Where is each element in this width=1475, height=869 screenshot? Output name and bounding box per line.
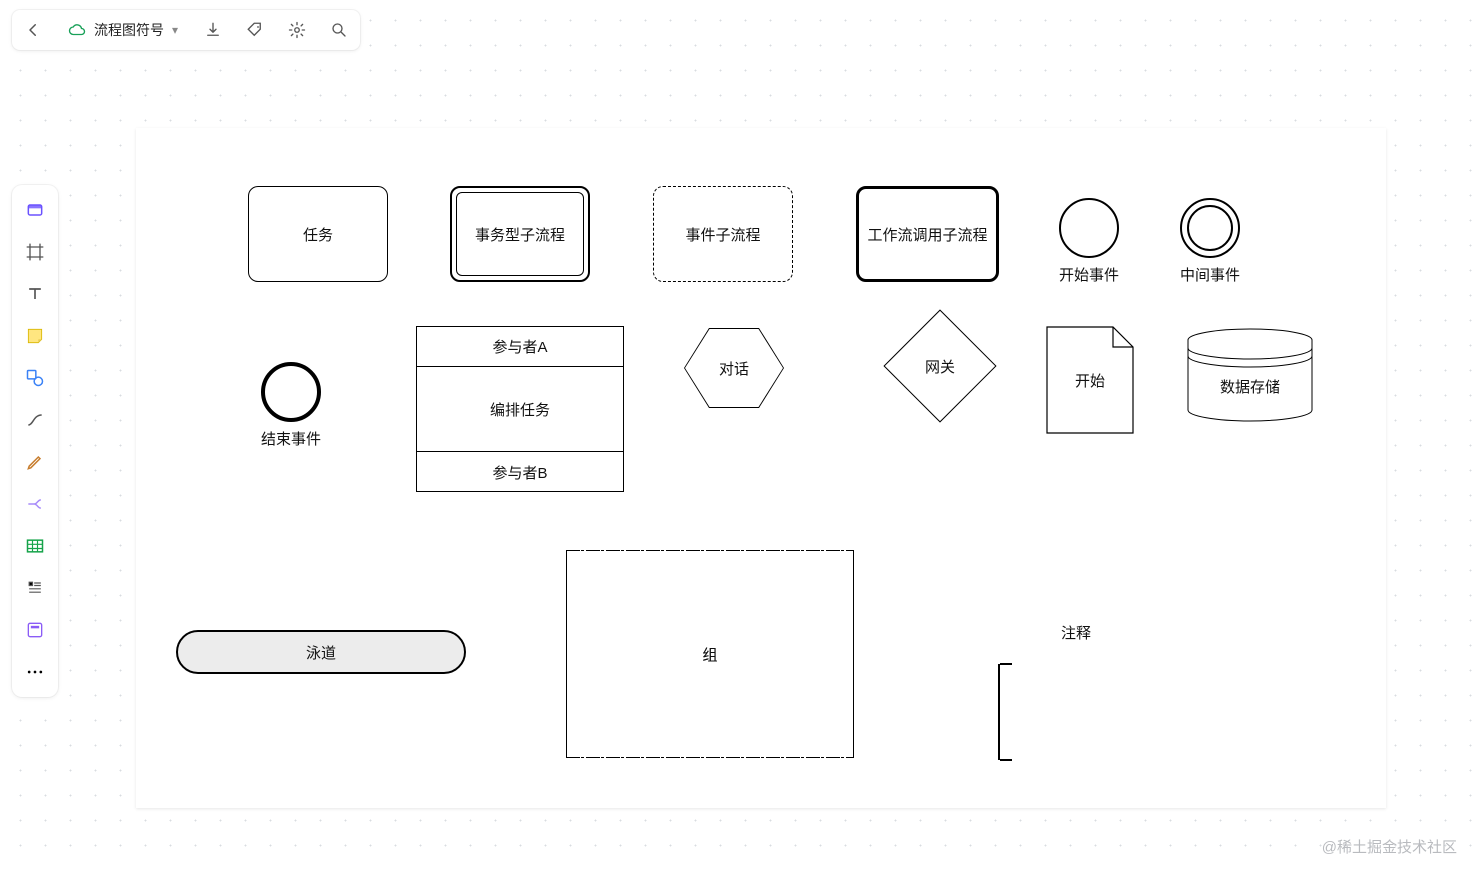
more-icon	[25, 668, 45, 676]
text-icon	[25, 284, 45, 304]
tool-shape[interactable]	[17, 359, 53, 397]
tool-connector[interactable]	[17, 401, 53, 439]
shape-start-event[interactable]: 开始事件	[1059, 198, 1119, 285]
document-title-dropdown[interactable]: 流程图符号 ▾	[58, 13, 188, 47]
tool-frame[interactable]	[17, 233, 53, 271]
settings-button[interactable]	[280, 13, 314, 47]
search-button[interactable]	[322, 13, 356, 47]
shapes-icon	[25, 368, 45, 388]
download-button[interactable]	[196, 13, 230, 47]
shape-data-store[interactable]: 数据存储	[1186, 328, 1314, 422]
canvas[interactable]: 任务 事务型子流程 事件子流程 工作流调用子流程 开始事件 中间事件 结束事件 …	[136, 128, 1386, 808]
pen-icon	[25, 452, 45, 472]
textblock-icon	[25, 578, 45, 598]
tool-table[interactable]	[17, 527, 53, 565]
tool-mindmap[interactable]	[17, 485, 53, 523]
shape-group-simple[interactable]: 组	[566, 550, 854, 758]
shape-annotation[interactable]: 注释	[1026, 584, 1126, 680]
shape-gateway[interactable]: 网关	[900, 326, 980, 406]
chevron-down-icon: ▾	[172, 23, 178, 37]
chevron-left-icon	[24, 21, 42, 39]
shape-start-page[interactable]: 开始	[1046, 326, 1134, 434]
tool-template[interactable]	[17, 611, 53, 649]
tool-sticky[interactable]	[17, 317, 53, 355]
shape-call-activity[interactable]: 工作流调用子流程	[856, 186, 999, 282]
watermark: @稀土掘金技术社区	[1322, 836, 1457, 857]
tool-textblock[interactable]	[17, 569, 53, 607]
download-icon	[204, 21, 222, 39]
shape-conversation[interactable]: 对话	[684, 328, 784, 408]
template-icon	[25, 620, 45, 640]
tag-icon	[246, 21, 264, 39]
shape-choreography[interactable]: 参与者A 编排任务 参与者B	[416, 326, 624, 492]
shape-annotation-bracket	[998, 664, 1010, 760]
shape-end-event[interactable]: 结束事件	[261, 362, 321, 449]
shape-lane[interactable]: 泳道	[176, 630, 466, 674]
table-icon	[25, 536, 45, 556]
tool-pen[interactable]	[17, 443, 53, 481]
cylinder-icon	[1186, 328, 1314, 422]
back-button[interactable]	[16, 13, 50, 47]
shape-intermediate-event[interactable]: 中间事件	[1180, 198, 1240, 285]
tool-more[interactable]	[17, 653, 53, 691]
tool-select[interactable]	[17, 191, 53, 229]
tool-sidebar	[12, 185, 58, 697]
cloud-sync-icon	[68, 21, 86, 39]
tool-text[interactable]	[17, 275, 53, 313]
document-title: 流程图符号	[94, 20, 164, 40]
sticky-note-icon	[25, 326, 45, 346]
frame-icon	[25, 242, 45, 262]
card-icon	[25, 200, 45, 220]
shape-transaction-subprocess[interactable]: 事务型子流程	[450, 186, 590, 282]
search-icon	[330, 21, 348, 39]
topbar: 流程图符号 ▾	[12, 10, 360, 50]
shape-event-subprocess[interactable]: 事件子流程	[653, 186, 793, 282]
mindmap-icon	[25, 494, 45, 514]
connector-icon	[25, 410, 45, 430]
tag-button[interactable]	[238, 13, 272, 47]
shape-task[interactable]: 任务	[248, 186, 388, 282]
gear-icon	[288, 21, 306, 39]
